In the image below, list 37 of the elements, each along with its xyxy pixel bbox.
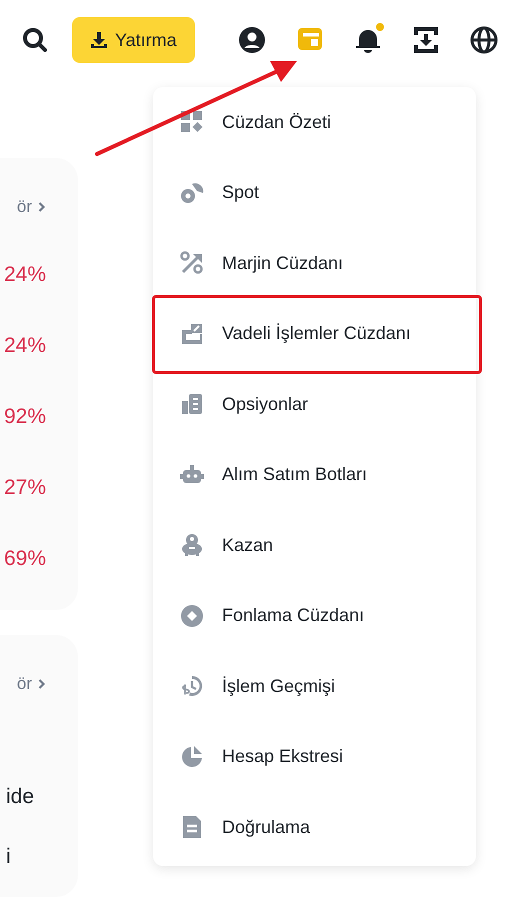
wallet-menu-item[interactable]: Marjin Cüzdanı <box>153 228 476 298</box>
funding-icon <box>180 604 204 628</box>
change-percent: 24% <box>4 332 46 358</box>
wallet-menu-item[interactable]: Alım Satım Botları <box>153 440 476 510</box>
change-percent: 92% <box>4 404 46 430</box>
user-icon[interactable] <box>238 26 266 54</box>
chevron-icon <box>38 201 46 213</box>
download-icon <box>90 31 108 49</box>
verification-icon <box>180 815 204 840</box>
change-percent: 69% <box>4 546 46 572</box>
wallet-menu-item[interactable]: Hesap Ekstresi <box>153 722 476 792</box>
wallet-menu-item[interactable]: Doğrulama <box>153 792 476 862</box>
wallet-menu-item[interactable]: Kazan <box>153 510 476 580</box>
more-link[interactable]: ör <box>16 669 46 699</box>
statement-icon <box>180 744 204 769</box>
coin-name: i <box>5 844 11 870</box>
change-percent: 24% <box>4 262 46 288</box>
earn-icon <box>180 533 204 558</box>
download-icon[interactable] <box>412 26 439 54</box>
globe-icon[interactable] <box>470 26 498 54</box>
wallet-menu-item[interactable]: İşlem Geçmişi <box>153 651 476 722</box>
options-icon <box>180 392 204 416</box>
coin-name: ide <box>5 784 34 810</box>
chevron-icon <box>38 678 46 690</box>
history-icon <box>180 674 204 698</box>
wallet-menu-item[interactable]: Cüzdan Özeti <box>153 87 476 158</box>
change-percent: 27% <box>4 474 46 500</box>
wallet-menu-item[interactable]: Spot <box>153 158 476 228</box>
futures-icon <box>180 322 204 346</box>
deposit-button[interactable]: Yatırma <box>72 17 195 63</box>
overview-icon <box>180 110 204 134</box>
wallet-menu-item[interactable]: Fonlama Cüzdanı <box>153 580 476 651</box>
margin-icon <box>180 251 204 276</box>
search-icon[interactable] <box>22 27 48 53</box>
spot-icon <box>180 180 204 205</box>
wallet-menu-item[interactable]: Opsiyonlar <box>153 369 476 440</box>
more-link[interactable]: ör <box>16 192 46 222</box>
